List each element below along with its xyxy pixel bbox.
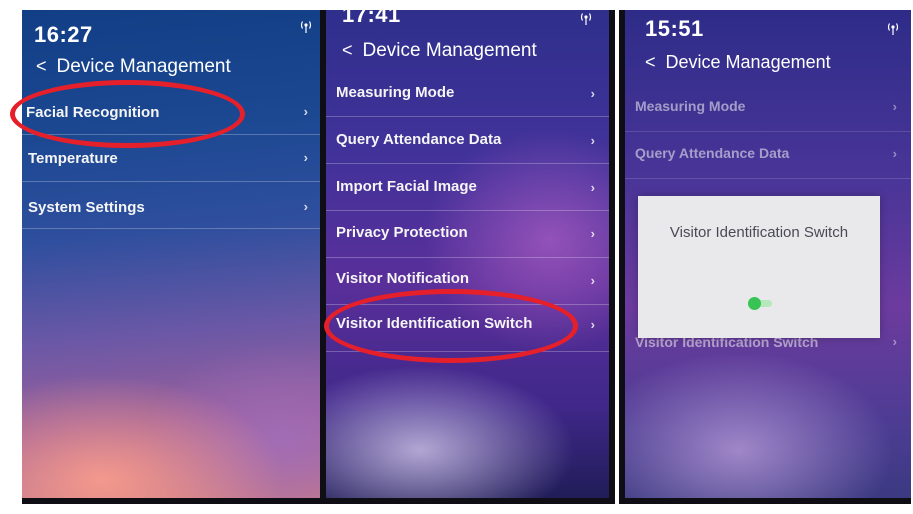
signal-broadcast-icon [887, 23, 899, 35]
chevron-right-icon: › [590, 317, 595, 332]
page-title: Device Management [362, 40, 537, 61]
menu-item-label: Privacy Protection [336, 224, 468, 241]
chevron-left-icon[interactable]: < [342, 40, 353, 61]
visitor-identification-dialog: Visitor Identification Switch [638, 196, 880, 338]
menu-item-visitor-identification-switch[interactable]: Visitor Identification Switch › [326, 305, 609, 352]
chevron-right-icon: › [892, 334, 897, 349]
device-screen-3: 15:51 < Device Management Measuring Mode … [619, 10, 911, 504]
chevron-right-icon: › [303, 104, 308, 119]
menu-item-query-attendance-data[interactable]: Query Attendance Data › [625, 132, 911, 179]
menu-item-measuring-mode[interactable]: Measuring Mode › [326, 72, 609, 117]
status-time: 16:27 [34, 22, 93, 47]
page-title: Device Management [56, 56, 231, 77]
screen-bezel [22, 498, 322, 504]
screen-bezel [320, 498, 615, 504]
menu-item-label: Query Attendance Data [635, 145, 790, 161]
dialog-title: Visitor Identification Switch [669, 224, 849, 241]
chevron-right-icon: › [590, 86, 595, 101]
menu-item-label: Measuring Mode [635, 98, 746, 114]
menu-item-label: Facial Recognition [26, 104, 160, 121]
chevron-right-icon: › [892, 146, 897, 161]
chevron-right-icon: › [590, 273, 595, 288]
menu-item-label: Query Attendance Data [336, 131, 502, 148]
menu-item-visitor-notification[interactable]: Visitor Notification › [326, 258, 609, 305]
page-title-row[interactable]: < Device Management [342, 40, 537, 62]
menu-item-label: Visitor Identification Switch [336, 315, 533, 332]
menu-item-label: Measuring Mode [336, 84, 455, 101]
chevron-left-icon[interactable]: < [36, 56, 47, 77]
toggle-knob [748, 297, 761, 310]
menu-item-query-attendance-data[interactable]: Query Attendance Data › [326, 117, 609, 164]
menu-item-system-settings[interactable]: System Settings › [22, 182, 322, 229]
menu-item-measuring-mode[interactable]: Measuring Mode › [625, 85, 911, 132]
menu-item-facial-recognition[interactable]: Facial Recognition › [22, 88, 322, 135]
menu-item-label: Import Facial Image [336, 178, 477, 195]
page-title-row[interactable]: < Device Management [645, 52, 831, 73]
menu-item-label: Temperature [28, 150, 118, 167]
screenshot-collage: 16:27 < Device Management Facial Recognit… [0, 0, 913, 514]
toggle-switch-icon[interactable] [748, 297, 776, 310]
signal-broadcast-icon [300, 21, 312, 33]
menu-item-label: System Settings [28, 199, 145, 216]
menu-item-import-facial-image[interactable]: Import Facial Image › [326, 164, 609, 211]
chevron-right-icon: › [590, 133, 595, 148]
menu-item-temperature[interactable]: Temperature › [22, 135, 322, 182]
device-screen-2: 17:41 < Device Management Measuring Mode … [320, 10, 615, 504]
menu-item-label: Visitor Notification [336, 270, 470, 287]
screen-bezel [609, 10, 615, 504]
status-time: 17:41 [342, 10, 401, 27]
page-title-row[interactable]: < Device Management [36, 56, 231, 78]
page-title: Device Management [665, 52, 831, 72]
chevron-right-icon: › [590, 226, 595, 241]
chevron-left-icon[interactable]: < [645, 52, 656, 73]
screen-bezel [619, 498, 911, 504]
signal-broadcast-icon [580, 13, 592, 25]
chevron-right-icon: › [590, 180, 595, 195]
chevron-right-icon: › [303, 199, 308, 214]
chevron-right-icon: › [892, 99, 897, 114]
chevron-right-icon: › [303, 150, 308, 165]
status-time: 15:51 [645, 16, 704, 41]
device-screen-1: 16:27 < Device Management Facial Recognit… [22, 10, 322, 504]
menu-item-privacy-protection[interactable]: Privacy Protection › [326, 211, 609, 258]
